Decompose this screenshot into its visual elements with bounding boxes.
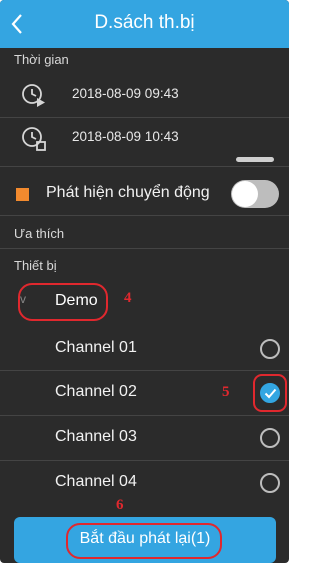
divider	[0, 215, 289, 216]
channel-radio[interactable]	[260, 428, 280, 448]
channel-row[interactable]: Channel 04	[0, 461, 289, 505]
time-section-label: Thời gian	[14, 52, 69, 67]
devices-label: Thiết bị	[14, 258, 57, 273]
channel-name: Channel 02	[55, 383, 137, 400]
channel-name: Channel 04	[55, 473, 137, 490]
channel-row[interactable]: Channel 01	[0, 327, 289, 371]
device-list-screen: D.sách th.bị Thời gian 2018-08-09 09:43 …	[0, 0, 289, 563]
annotation-number-4: 4	[124, 290, 132, 306]
motion-detection-label: Phát hiện chuyển động	[46, 184, 210, 201]
clock-play-icon	[22, 84, 45, 107]
start-time-row[interactable]: 2018-08-09 09:43	[0, 73, 289, 117]
favorites-label[interactable]: Ưa thích	[14, 226, 64, 241]
header-bar: D.sách th.bị	[0, 0, 289, 48]
annotation-ellipse-button	[66, 523, 222, 559]
toggle-knob	[232, 181, 258, 207]
clock-stop-icon	[22, 127, 46, 151]
scroll-indicator	[236, 157, 274, 162]
channel-radio[interactable]	[260, 339, 280, 359]
divider	[0, 248, 289, 249]
page-title: D.sách th.bị	[94, 12, 195, 33]
motion-detection-toggle[interactable]	[231, 180, 279, 208]
channel-name: Channel 01	[55, 339, 137, 356]
motion-square-icon	[16, 188, 29, 201]
motion-detection-row: Phát hiện chuyển động	[0, 175, 289, 215]
channel-row[interactable]: Channel 03	[0, 416, 289, 460]
annotation-number-6: 6	[116, 497, 124, 513]
divider	[0, 166, 289, 167]
annotation-ellipse-demo	[18, 283, 108, 321]
channel-radio[interactable]	[260, 473, 280, 493]
channel-name: Channel 03	[55, 428, 137, 445]
annotation-number-5: 5	[222, 384, 230, 400]
end-time-row[interactable]: 2018-08-09 10:43	[0, 116, 289, 160]
start-time-value: 2018-08-09 09:43	[72, 86, 179, 101]
annotation-ellipse-channel	[253, 374, 287, 412]
end-time-value: 2018-08-09 10:43	[72, 129, 179, 144]
channel-row[interactable]: Channel 02	[0, 371, 289, 415]
